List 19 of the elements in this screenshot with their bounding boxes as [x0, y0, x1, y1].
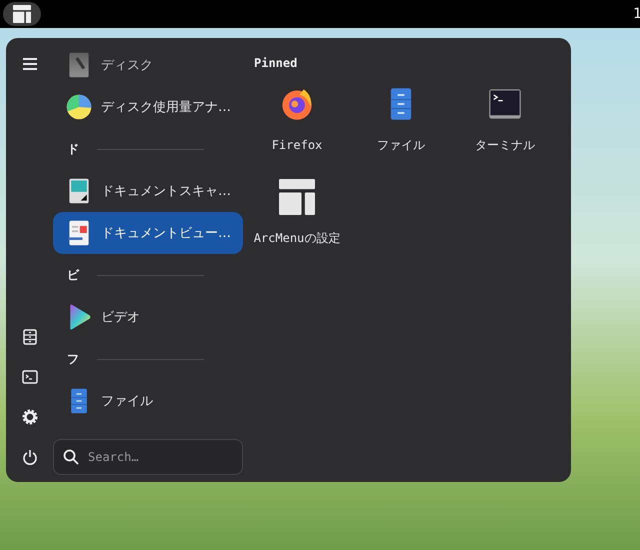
pinned-app[interactable]: ターミナル	[453, 80, 557, 161]
pie-chart-icon	[65, 93, 93, 121]
section-letter: ビ	[67, 266, 79, 284]
app-list-item[interactable]: ドキュメントビュー…	[53, 212, 243, 254]
activities-button[interactable]	[3, 2, 41, 26]
layout-icon	[279, 179, 315, 215]
layout-icon	[13, 5, 31, 23]
section-letter: ド	[67, 140, 79, 158]
app-list-item[interactable]: ファイル	[53, 380, 243, 422]
app-list-item[interactable]: ディスク	[53, 44, 243, 86]
section-title: Pinned	[254, 56, 298, 70]
pinned-app[interactable]: ファイル	[349, 80, 453, 161]
section-letter: フ	[67, 350, 79, 368]
pinned-app[interactable]: Firefox	[245, 80, 349, 161]
app-list-item[interactable]: ビデオ	[53, 296, 243, 338]
search-field[interactable]: Search…	[53, 439, 243, 475]
app-list-item[interactable]: ディスク使用量アナ…	[53, 86, 243, 128]
pinned-app[interactable]: ArcMenuの設定	[245, 173, 349, 254]
app-list-item[interactable]: ドキュメントスキャ…	[53, 170, 243, 212]
